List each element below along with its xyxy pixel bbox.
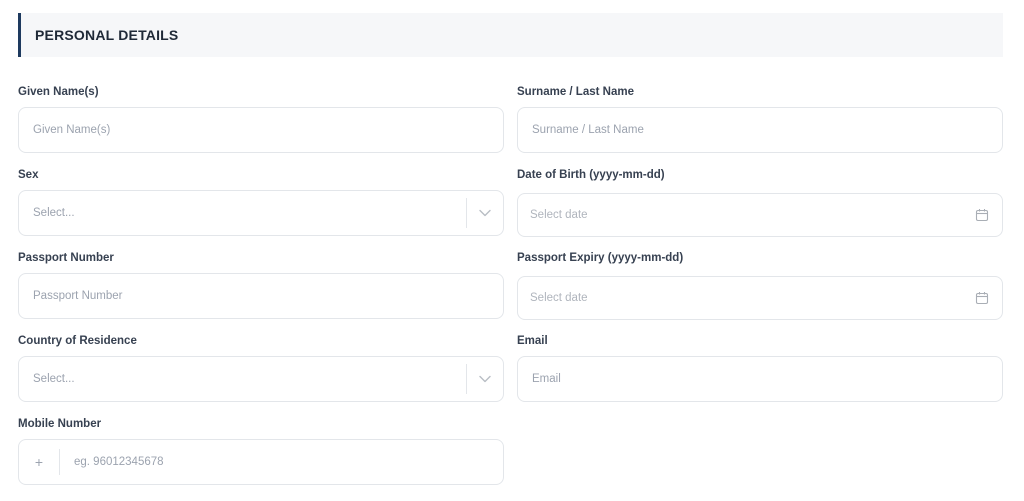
mobile-label: Mobile Number: [18, 418, 102, 430]
mobile-input-wrap: [60, 440, 503, 484]
dob-label: Date of Birth (yyyy-mm-dd): [517, 169, 665, 181]
section-title: PERSONAL DETAILS: [35, 27, 179, 43]
mobile-field: +: [18, 439, 504, 485]
country-label: Country of Residence: [18, 335, 137, 347]
calendar-icon[interactable]: [962, 277, 1002, 319]
email-field: [517, 356, 1003, 402]
dob-value: Select date: [530, 209, 588, 221]
sex-select-value: Select...: [33, 207, 75, 219]
given-name-input[interactable]: [19, 108, 503, 152]
passport-number-field: [18, 273, 504, 319]
passport-number-label: Passport Number: [18, 252, 114, 264]
country-select-value: Select...: [33, 373, 75, 385]
email-input[interactable]: [518, 357, 1002, 401]
surname-field: [517, 107, 1003, 153]
mobile-input[interactable]: [60, 440, 503, 484]
sex-label: Sex: [18, 169, 39, 181]
country-code-prefix[interactable]: +: [19, 440, 59, 484]
chevron-down-icon[interactable]: [467, 357, 503, 401]
surname-input[interactable]: [518, 108, 1002, 152]
passport-expiry-value: Select date: [530, 292, 588, 304]
given-name-label: Given Name(s): [18, 86, 99, 98]
dob-datepicker[interactable]: Select date: [517, 193, 1003, 237]
sex-select[interactable]: Select...: [18, 190, 504, 236]
section-header: PERSONAL DETAILS: [18, 13, 1003, 57]
passport-number-input[interactable]: [19, 274, 503, 318]
calendar-icon[interactable]: [962, 194, 1002, 236]
country-select[interactable]: Select...: [18, 356, 504, 402]
given-name-field: [18, 107, 504, 153]
chevron-down-icon[interactable]: [467, 191, 503, 235]
passport-expiry-label: Passport Expiry (yyyy-mm-dd): [517, 252, 684, 264]
passport-expiry-datepicker[interactable]: Select date: [517, 276, 1003, 320]
surname-label: Surname / Last Name: [517, 86, 634, 98]
email-label: Email: [517, 335, 548, 347]
